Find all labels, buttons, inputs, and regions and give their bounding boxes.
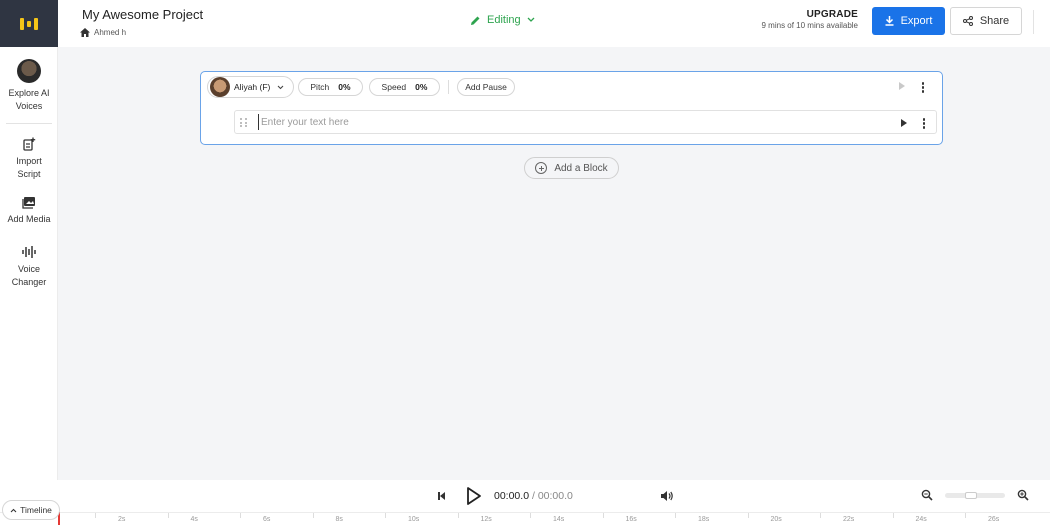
play-icon[interactable] (466, 486, 482, 506)
add-pause-label: Add Pause (465, 82, 507, 92)
chevron-down-icon (277, 85, 284, 89)
ruler-tick (167, 513, 169, 518)
playback-time: 00:00.0 / 00:00.0 (494, 490, 573, 502)
ruler-tick-label: 2s (118, 516, 126, 523)
ruler-tick-label: 12s (480, 516, 492, 523)
share-label: Share (979, 15, 1010, 27)
block-play-icon[interactable] (899, 82, 905, 90)
drag-handle-icon[interactable] (240, 118, 248, 127)
ruler-tick-label: 16s (625, 516, 637, 523)
time-total: 00:00.0 (537, 490, 573, 502)
skip-back-icon[interactable] (438, 492, 445, 500)
upgrade-title: UPGRADE (806, 9, 858, 20)
app-logo[interactable] (0, 0, 58, 47)
time-current: 00:00.0 (494, 490, 530, 502)
voice-avatar (210, 77, 230, 97)
zoom-slider[interactable] (945, 492, 1005, 499)
export-button[interactable]: Export (872, 7, 945, 35)
upgrade-link[interactable]: UPGRADE 9 mins of 10 mins available (762, 9, 859, 30)
logo-icon (20, 17, 38, 30)
ruler-tick (602, 513, 604, 518)
pitch-label: Pitch (310, 82, 330, 92)
share-icon (962, 16, 973, 26)
voice-selector[interactable]: Aliyah (F) (207, 76, 294, 98)
import-icon (23, 137, 36, 151)
home-icon (80, 28, 90, 37)
add-pause-button[interactable]: Add Pause (457, 78, 515, 96)
waveform-icon (22, 246, 36, 258)
voice-block[interactable]: Aliyah (F) Pitch 0% Speed 0% Add Pause (200, 71, 943, 145)
speed-value: 0% (415, 82, 428, 92)
row-more-icon[interactable] (922, 118, 926, 129)
volume-icon[interactable] (660, 490, 674, 502)
download-icon (885, 16, 894, 26)
share-button[interactable]: Share (950, 7, 1022, 35)
breadcrumb-user: Ahmed h (94, 28, 127, 37)
export-label: Export (900, 15, 933, 27)
timeline-toggle[interactable]: Timeline (2, 500, 60, 520)
sidebar-item-label: Add Media (7, 214, 51, 224)
sidebar-item-explore-voices[interactable]: Explore AI Voices (0, 59, 58, 113)
ruler-tick (457, 513, 459, 518)
pencil-icon (471, 16, 480, 25)
ruler-tick (892, 513, 894, 518)
usage-remaining: 9 mins of 10 mins available (761, 21, 859, 30)
voice-avatar-icon (17, 59, 41, 83)
ruler-tick-label: 20s (770, 516, 782, 523)
mode-dropdown[interactable]: Editing (470, 14, 535, 26)
ruler-tick-label: 14s (553, 516, 565, 523)
left-sidebar: Explore AI Voices Import Script Add Medi… (0, 47, 58, 480)
row-play-icon[interactable] (901, 119, 907, 127)
sidebar-item-label: Import Script (16, 156, 42, 179)
ruler-tick-label: 18s (698, 516, 710, 523)
project-title[interactable]: My Awesome Project (82, 7, 203, 22)
ruler-tick-label: 10s (408, 516, 420, 523)
speed-control[interactable]: Speed 0% (369, 78, 440, 96)
pitch-control[interactable]: Pitch 0% (298, 78, 363, 96)
time-separator: / (531, 490, 535, 502)
ruler-tick (312, 513, 314, 518)
sidebar-item-import-script[interactable]: Import Script (0, 137, 58, 181)
media-icon (22, 197, 35, 209)
sidebar-divider (6, 123, 52, 124)
speed-label: Speed (381, 82, 407, 92)
ruler-tick (240, 513, 241, 518)
header-divider (1033, 10, 1034, 34)
ruler-tick (820, 513, 821, 518)
timeline-label: Timeline (20, 505, 52, 515)
breadcrumb[interactable]: Ahmed h (80, 28, 126, 37)
ruler-tick (965, 513, 966, 518)
add-block-button[interactable]: Add a Block (524, 157, 619, 179)
pitch-value: 0% (338, 82, 351, 92)
ruler-tick (530, 513, 531, 518)
add-block-label: Add a Block (554, 162, 608, 174)
zoom-slider-thumb[interactable] (965, 492, 977, 499)
ruler-tick-label: 4s (190, 516, 198, 523)
zoom-in-icon[interactable] (1017, 489, 1029, 501)
ruler-tick-label: 22s (843, 516, 855, 523)
top-header: My Awesome Project Ahmed h Editing UPGRA… (58, 0, 1050, 47)
plus-circle-icon (535, 162, 548, 174)
zoom-out-icon[interactable] (921, 489, 933, 501)
toolbar-divider (448, 80, 449, 94)
text-row (234, 110, 937, 134)
sidebar-item-add-media[interactable]: Add Media (0, 196, 58, 226)
script-text-input[interactable] (258, 114, 878, 130)
ruler-tick (747, 513, 749, 518)
mode-label: Editing (487, 14, 521, 26)
ruler-tick (675, 513, 676, 518)
ruler-tick (95, 513, 96, 518)
sidebar-item-label: Explore AI Voices (8, 88, 50, 111)
voice-name: Aliyah (F) (234, 82, 271, 92)
ruler-tick-label: 24s (915, 516, 927, 523)
ruler-tick-label: 6s (263, 516, 271, 523)
sidebar-item-voice-changer[interactable]: Voice Changer (0, 245, 58, 289)
ruler-tick (385, 513, 386, 518)
block-more-icon[interactable] (921, 82, 925, 93)
ruler-tick-label: 26s (988, 516, 1000, 523)
sidebar-item-label: Voice Changer (11, 264, 47, 287)
chevron-up-icon (10, 508, 17, 512)
ruler-tick-label: 8s (335, 516, 343, 523)
chevron-down-icon (527, 17, 535, 22)
